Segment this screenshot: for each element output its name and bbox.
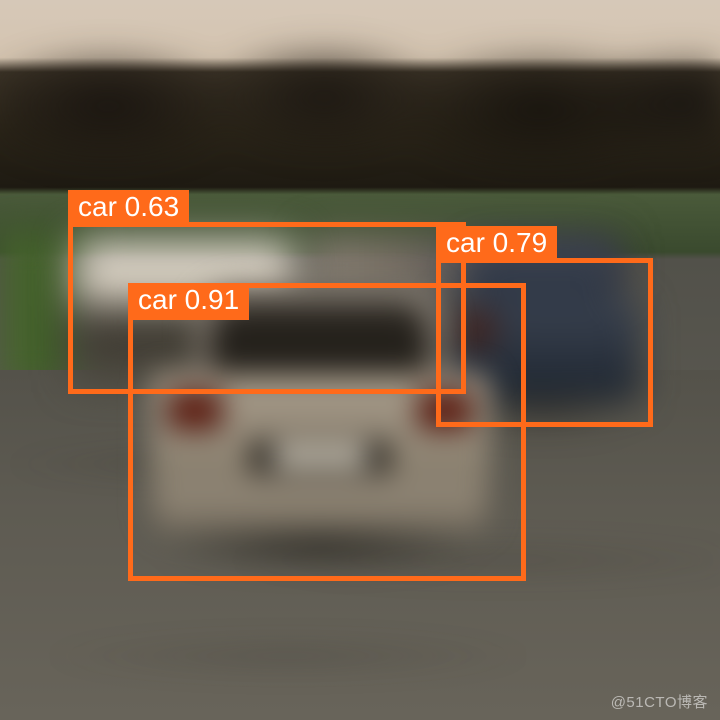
watermark-text: @51CTO博客 — [611, 691, 708, 712]
detection-image: car 0.63 car 0.79 car 0.91 @51CTO博客 — [0, 0, 720, 720]
detection-label: car 0.63 — [68, 190, 189, 227]
background-trees — [0, 38, 720, 208]
detection-label: car 0.91 — [128, 283, 249, 320]
detection-label: car 0.79 — [436, 226, 557, 263]
detection-box: car 0.91 — [128, 283, 526, 581]
